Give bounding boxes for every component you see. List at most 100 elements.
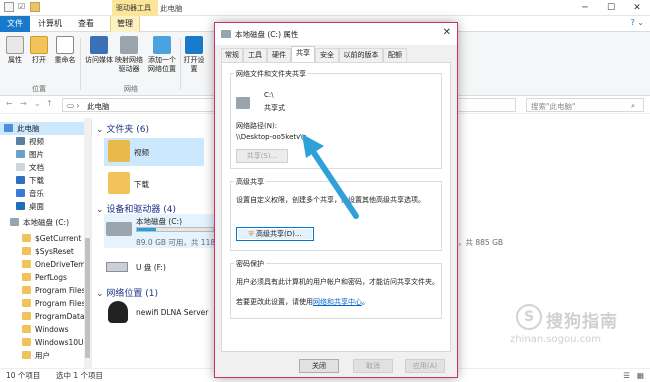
tab-manage[interactable]: 管理	[110, 16, 140, 32]
tiles-view-icon[interactable]: ▦	[637, 369, 644, 382]
folder-item-downloads[interactable]: 下载	[104, 170, 204, 198]
nav-desktop[interactable]: 桌面	[0, 200, 92, 213]
nav-pictures[interactable]: 图片	[0, 148, 92, 161]
map-network-drive-label: 映射网络驱动器	[115, 56, 143, 73]
nav-label: Program Files	[35, 299, 86, 308]
network-item-label: newifi DLNA Server	[136, 308, 209, 317]
section-network[interactable]: ⌄ 网络位置 (1)	[96, 286, 158, 299]
back-arrow-icon[interactable]: ←	[6, 99, 13, 108]
nav-videos[interactable]: 视频	[0, 135, 92, 148]
network-sharing-center-link[interactable]: 网络和共享中心	[313, 298, 362, 306]
nav-local-disk-c[interactable]: 本地磁盘 (C:)	[0, 216, 92, 229]
password-group	[230, 263, 442, 319]
adv-share-group-label: 高级共享	[234, 177, 266, 187]
tab-quota[interactable]: 配额	[383, 48, 407, 62]
properties-button[interactable]: 属性	[4, 36, 26, 65]
password-change-line: 若要更改此设置，请使用网络和共享中心。	[236, 297, 369, 307]
scrollbar-thumb[interactable]	[85, 238, 90, 358]
nav-this-pc[interactable]: 此电脑	[0, 122, 92, 135]
media-icon	[90, 36, 108, 54]
cancel-button[interactable]: 取消	[353, 359, 393, 373]
search-icon: ⌕	[631, 101, 636, 110]
rename-button[interactable]: 重命名	[52, 36, 78, 65]
ribbon-separator	[180, 38, 181, 90]
group-location-label: 位置	[32, 85, 46, 93]
close-button[interactable]: 关闭	[299, 359, 339, 373]
details-view-icon[interactable]: ☰	[623, 369, 630, 382]
section-network-label: 网络位置 (1)	[106, 289, 159, 299]
dialog-close-icon[interactable]: ✕	[443, 27, 451, 38]
tab-general[interactable]: 常规	[221, 48, 243, 62]
properties-quick-icon[interactable]	[4, 2, 14, 12]
tab-security[interactable]: 安全	[315, 48, 339, 62]
tab-view[interactable]: 查看	[72, 16, 100, 32]
add-network-location-button[interactable]: 添加一个网络位置	[146, 36, 178, 74]
nav-folder[interactable]: Windows10Up	[0, 336, 92, 349]
download-icon	[16, 176, 25, 184]
advanced-sharing-button[interactable]: ⛨ 高级共享(D)...	[236, 227, 314, 241]
watermark-text: 搜狗指南	[546, 312, 618, 332]
folder-item-label: 视频	[134, 148, 149, 157]
recent-chevron-icon[interactable]: ⌄	[34, 99, 41, 108]
password-group-label: 密码保护	[234, 259, 266, 269]
nav-folder[interactable]: ProgramData	[0, 310, 92, 323]
folder-quick-icon[interactable]	[30, 2, 40, 12]
nav-folder[interactable]: Windows	[0, 323, 92, 336]
access-media-button[interactable]: 访问媒体	[84, 36, 114, 65]
computer-icon: ▭ ›	[67, 101, 80, 110]
tab-previous-versions[interactable]: 以前的版本	[339, 48, 383, 62]
nav-folder[interactable]: 用户	[0, 349, 92, 362]
nav-folder[interactable]: $SysReset	[0, 245, 92, 258]
folder-item-videos[interactable]: 视频	[104, 138, 204, 166]
open-settings-button[interactable]: 打开设置	[182, 36, 206, 74]
share-button[interactable]: 共享(S)...	[236, 149, 288, 163]
nav-folder[interactable]: Program Files	[0, 284, 92, 297]
tab-hardware[interactable]: 硬件	[267, 48, 291, 62]
checkmark-quick-icon[interactable]: ☑	[18, 2, 28, 12]
nav-documents[interactable]: 文档	[0, 161, 92, 174]
folder-icon	[22, 260, 31, 268]
help-icon[interactable]: ? ⌄	[631, 18, 645, 27]
ribbon-separator	[80, 38, 81, 90]
tab-file[interactable]: 文件	[0, 16, 30, 32]
search-input[interactable]: 搜索"此电脑" ⌕	[526, 98, 644, 112]
tab-computer[interactable]: 计算机	[32, 16, 68, 32]
apply-button[interactable]: 应用(A)	[405, 359, 445, 373]
nav-scrollbar[interactable]	[84, 118, 91, 368]
tab-tools[interactable]: 工具	[243, 48, 267, 62]
minimize-icon[interactable]: ─	[572, 0, 598, 16]
tab-sharing[interactable]: 共享	[291, 46, 315, 62]
open-settings-label: 打开设置	[183, 56, 205, 73]
network-drive-icon	[120, 36, 138, 54]
close-icon[interactable]: ✕	[624, 0, 650, 16]
nav-downloads[interactable]: 下载	[0, 174, 92, 187]
nav-label: ProgramData	[35, 312, 85, 321]
address-text: 此电脑	[87, 102, 110, 111]
group-network-label: 网络	[124, 85, 138, 93]
drive-icon	[10, 218, 19, 226]
open-button[interactable]: 打开	[28, 36, 50, 65]
nav-label: 图片	[29, 150, 44, 159]
nav-label: OneDriveTem	[35, 260, 86, 269]
nav-music[interactable]: 音乐	[0, 187, 92, 200]
properties-label: 属性	[8, 56, 22, 64]
watermark-logo-icon: S	[516, 304, 542, 330]
desktop-icon	[16, 202, 25, 210]
password-description: 用户必须具有此计算机的用户帐户和密码，才能访问共享文件夹。	[236, 278, 439, 286]
drive-item-c[interactable]: 本地磁盘 (C:) 89.0 GB 可用，共 118 GB	[104, 214, 228, 248]
nav-folder[interactable]: PerfLogs	[0, 271, 92, 284]
drive-usage-fill	[137, 228, 156, 231]
nav-folder[interactable]: OneDriveTem	[0, 258, 92, 271]
up-arrow-icon[interactable]: ↑	[46, 99, 53, 108]
section-folders[interactable]: ⌄ 文件夹 (6)	[96, 122, 149, 135]
network-item[interactable]: newifi DLNA Server	[104, 300, 224, 326]
forward-arrow-icon[interactable]: →	[20, 99, 27, 108]
drive-item-f[interactable]: U 盘 (F:)	[104, 254, 214, 282]
folder-icon	[22, 325, 31, 333]
maximize-icon[interactable]: ☐	[598, 0, 624, 16]
watermark: S 搜狗指南 zhinan.sogou.com	[510, 304, 636, 354]
map-network-drive-button[interactable]: 映射网络驱动器	[114, 36, 144, 74]
nav-folder[interactable]: Program Files	[0, 297, 92, 310]
nav-folder[interactable]: $GetCurrent	[0, 232, 92, 245]
folder-icon	[22, 273, 31, 281]
